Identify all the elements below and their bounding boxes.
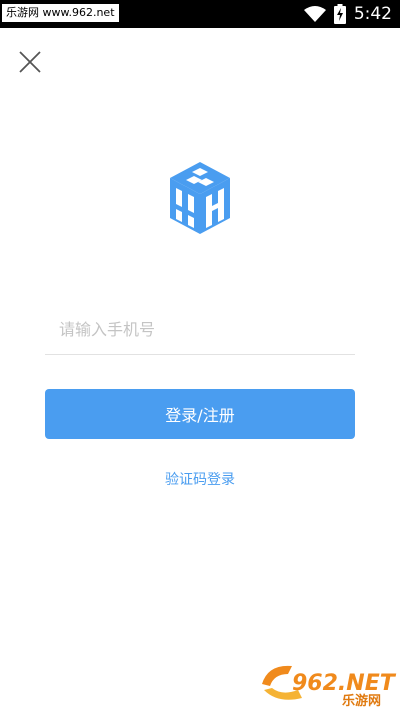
login-register-button[interactable]: 登录/注册: [45, 389, 355, 439]
app-logo-cube: [170, 162, 230, 234]
close-icon: [19, 51, 41, 73]
status-icons: 5:42: [303, 0, 392, 28]
watermark-logo: 962.NET 乐游网: [262, 665, 397, 708]
phone-input-container: [45, 306, 355, 355]
watermark-line2: 乐游网: [342, 693, 381, 708]
watermark-line1: 962.NET: [292, 671, 397, 696]
status-time: 5:42: [353, 4, 392, 24]
battery-charging-icon: [333, 4, 346, 24]
close-button[interactable]: [14, 46, 46, 78]
phone-input[interactable]: [45, 306, 355, 352]
watermark-top: 乐游网 www.962.net: [2, 4, 119, 22]
status-bar: 乐游网 www.962.net 5:42: [0, 0, 400, 28]
wifi-icon: [303, 6, 326, 22]
code-login-link[interactable]: 验证码登录: [100, 468, 300, 492]
login-screen: 乐游网 www.962.net 5:42 请输入手机号 登录/注册 验证码登录 …: [0, 0, 400, 710]
